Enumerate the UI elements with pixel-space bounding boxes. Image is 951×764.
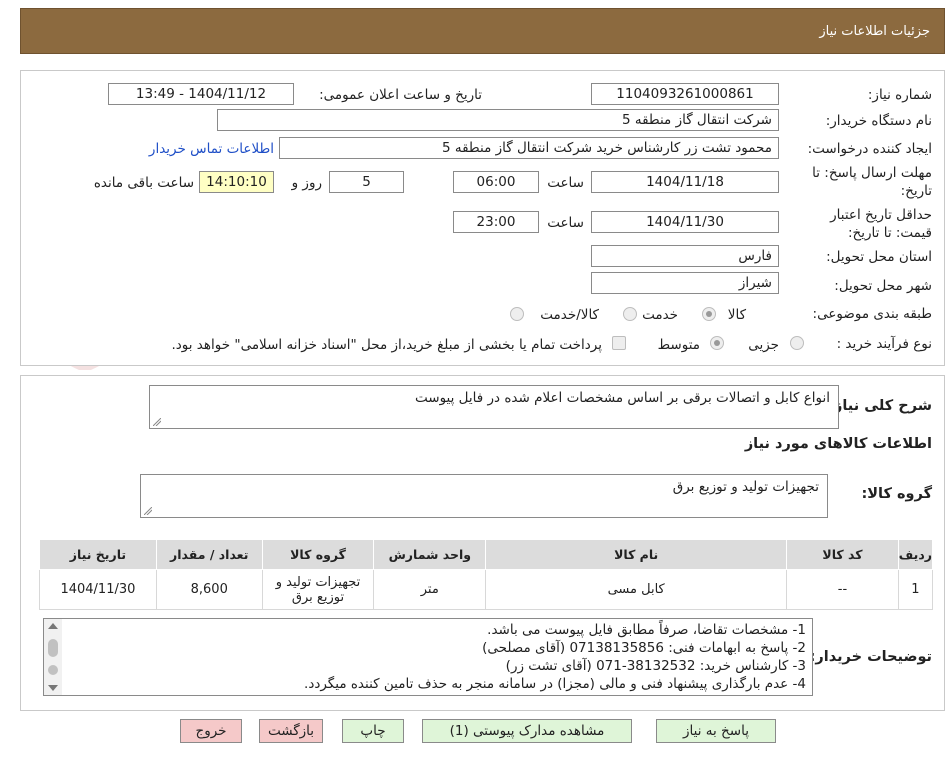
remaining-time-label: ساعت باقی مانده <box>93 175 194 191</box>
days-field: 5 <box>329 171 404 193</box>
cell-name: کابل مسی <box>485 569 788 610</box>
reply-date-field: 1404/11/18 <box>591 171 779 193</box>
treasury-payment-checkbox[interactable] <box>612 336 626 350</box>
need-info-panel: شماره نیاز: 1104093261000861 تاریخ و ساع… <box>20 70 945 366</box>
goods-section-title: اطلاعات کالاهای مورد نیاز <box>744 436 932 452</box>
view-attachments-button[interactable]: مشاهده مدارک پیوستی (1) <box>422 719 632 743</box>
remaining-time-field: 14:10:10 <box>199 171 274 193</box>
cell-unit: متر <box>373 569 487 610</box>
validity-time-label: ساعت <box>547 215 584 231</box>
buyer-note-line: 1- مشخصات تقاضا، صرفاً مطابق فایل پیوست … <box>487 622 806 638</box>
buyer-notes-text: 1- مشخصات تقاضا، صرفاً مطابق فایل پیوست … <box>304 621 806 693</box>
need-number-field: 1104093261000861 <box>591 83 779 105</box>
need-details-panel: شرح کلی نیاز: انواع کابل و اتصالات برقی … <box>20 375 945 711</box>
scroll-down-icon[interactable] <box>48 685 58 691</box>
announce-date-field: 1404/11/12 - 13:49 <box>108 83 294 105</box>
province-label: استان محل تحویل: <box>826 249 932 265</box>
buyer-note-line: 4- عدم بارگذاری پیشنهاد فنی و مالی (مجزا… <box>304 676 806 692</box>
column-header-name: نام کالا <box>485 539 788 570</box>
reply-deadline-label-2: تاریخ: <box>900 183 932 199</box>
goods-table: ردیف کد کالا نام کالا واحد شمارش گروه کا… <box>39 539 934 610</box>
goods-table-header: ردیف کد کالا نام کالا واحد شمارش گروه کا… <box>39 539 934 570</box>
column-header-group: گروه کالا <box>261 539 375 570</box>
summary-label: شرح کلی نیاز: <box>828 398 932 414</box>
cell-date: 1404/11/30 <box>39 569 157 610</box>
buyer-notes-label: توضیحات خریدار: <box>809 649 932 665</box>
category-option-goods-service: کالا/خدمت <box>540 307 599 323</box>
exit-button[interactable]: خروج <box>180 719 242 743</box>
summary-text: انواع کابل و اتصالات برقی بر اساس مشخصات… <box>415 390 830 406</box>
buyer-contact-link[interactable]: اطلاعات تماس خریدار <box>149 141 274 157</box>
goods-group-label: گروه کالا: <box>861 486 932 502</box>
goods-group-text: تجهیزات تولید و توزیع برق <box>672 479 819 495</box>
category-radio-goods[interactable] <box>702 307 716 321</box>
buyer-note-line: 2- پاسخ به ابهامات فنی: 07138135856 (آقا… <box>482 640 806 656</box>
buyer-field: شرکت انتقال گاز منطقه 5 <box>217 109 779 131</box>
validity-time-field: 23:00 <box>453 211 539 233</box>
city-label: شهر محل تحویل: <box>834 278 932 294</box>
reply-deadline-label: مهلت ارسال پاسخ: تا <box>812 165 932 181</box>
category-option-goods: کالا <box>727 307 746 323</box>
category-label: طبقه بندی موضوعی: <box>812 306 932 322</box>
process-option-medium: متوسط <box>657 337 700 353</box>
column-header-qty: تعداد / مقدار <box>155 539 263 570</box>
cell-group: تجهیزات تولید و توزیع برق <box>261 569 375 610</box>
column-header-unit: واحد شمارش <box>373 539 487 570</box>
scroll-up-icon[interactable] <box>48 623 58 629</box>
province-field: فارس <box>591 245 779 267</box>
validity-label-2: قیمت: تا تاریخ: <box>848 225 932 241</box>
buyer-notes-field: 1- مشخصات تقاضا، صرفاً مطابق فایل پیوست … <box>43 618 813 696</box>
notes-scrollbar[interactable] <box>44 619 62 695</box>
validity-date-field: 1404/11/30 <box>591 211 779 233</box>
process-radio-minor[interactable] <box>790 336 804 350</box>
column-header-row: ردیف <box>897 539 934 570</box>
page-header: جزئیات اطلاعات نیاز <box>20 8 945 54</box>
resize-handle-icon[interactable] <box>153 418 161 426</box>
creator-label: ایجاد کننده درخواست: <box>807 141 932 157</box>
print-button[interactable]: چاپ <box>342 719 404 743</box>
creator-field: محمود تشت زر کارشناس خرید شرکت انتقال گا… <box>279 137 779 159</box>
reply-time-field: 06:00 <box>453 171 539 193</box>
announce-date-label: تاریخ و ساعت اعلان عمومی: <box>319 87 482 103</box>
cell-row: 1 <box>897 569 934 610</box>
table-row: 1 -- کابل مسی متر تجهیزات تولید و توزیع … <box>39 569 934 610</box>
validity-label: حداقل تاریخ اعتبار <box>830 207 932 223</box>
process-label: نوع فرآیند خرید : <box>836 336 932 352</box>
process-option-minor: جزیی <box>748 337 779 353</box>
reply-time-label: ساعت <box>547 175 584 191</box>
category-option-service: خدمت <box>642 307 678 323</box>
cell-qty: 8,600 <box>155 569 263 610</box>
city-field: شیراز <box>591 272 779 294</box>
need-number-label: شماره نیاز: <box>867 87 932 103</box>
cell-code: -- <box>786 569 899 610</box>
category-radio-goods-service[interactable] <box>510 307 524 321</box>
category-radio-service[interactable] <box>623 307 637 321</box>
column-header-code: کد کالا <box>786 539 899 570</box>
column-header-date: تاریخ نیاز <box>39 539 157 570</box>
goods-group-field: تجهیزات تولید و توزیع برق <box>140 474 828 518</box>
resize-handle-icon[interactable] <box>144 507 152 515</box>
reply-button[interactable]: پاسخ به نیاز <box>656 719 776 743</box>
scroll-track-dot <box>48 665 58 675</box>
buyer-label: نام دستگاه خریدار: <box>825 113 932 129</box>
buyer-note-line: 3- کارشناس خرید: 38132532-071 (آقای تشت … <box>505 658 806 674</box>
scroll-thumb[interactable] <box>48 639 58 657</box>
page-title: جزئیات اطلاعات نیاز <box>819 24 930 39</box>
summary-field: انواع کابل و اتصالات برقی بر اساس مشخصات… <box>149 385 839 429</box>
process-radio-medium[interactable] <box>710 336 724 350</box>
treasury-payment-note: پرداخت تمام یا بخشی از مبلغ خرید،از محل … <box>171 337 602 353</box>
days-label: روز و <box>291 175 322 191</box>
back-button[interactable]: بازگشت <box>259 719 323 743</box>
